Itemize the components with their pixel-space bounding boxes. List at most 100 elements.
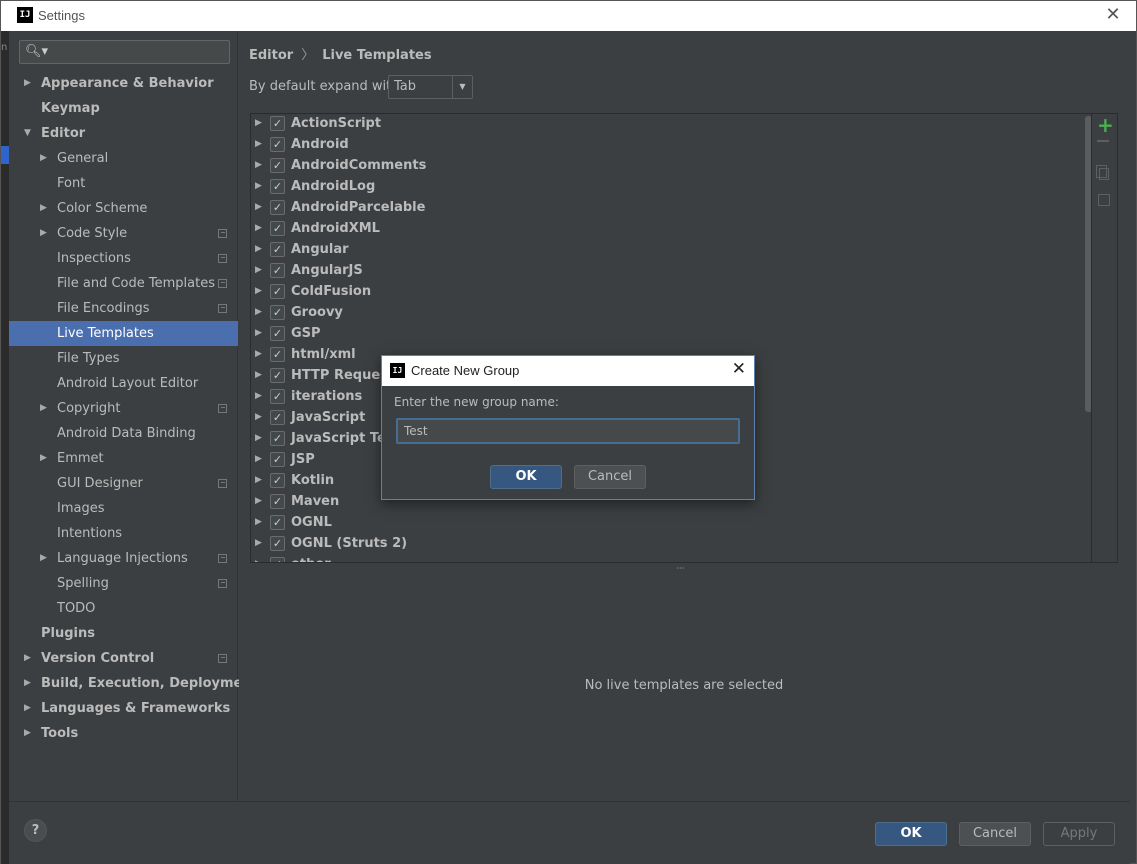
chevron-right-icon[interactable]: ▶: [40, 446, 47, 471]
template-group-checkbox[interactable]: ✓: [270, 326, 285, 341]
template-group-row[interactable]: ▶ ✓ other: [251, 554, 1081, 562]
sidebar-item-plugins[interactable]: Plugins: [9, 621, 238, 646]
chevron-right-icon[interactable]: ▶: [255, 114, 262, 134]
template-group-checkbox[interactable]: ✓: [270, 557, 285, 562]
chevron-down-icon[interactable]: ▼: [452, 76, 472, 98]
template-group-checkbox[interactable]: ✓: [270, 221, 285, 236]
template-group-checkbox[interactable]: ✓: [270, 158, 285, 173]
chevron-right-icon[interactable]: ▶: [255, 260, 262, 281]
chevron-right-icon[interactable]: ▶: [255, 428, 262, 449]
chevron-right-icon[interactable]: ▶: [255, 365, 262, 386]
template-group-row[interactable]: ▶ ✓ AndroidLog: [251, 176, 1081, 197]
apply-button[interactable]: Apply: [1043, 822, 1115, 846]
sidebar-item-languages-frameworks[interactable]: ▶ Languages & Frameworks: [9, 696, 238, 721]
template-group-checkbox[interactable]: ✓: [270, 473, 285, 488]
list-scrollbar[interactable]: [1085, 116, 1091, 412]
chevron-right-icon[interactable]: ▶: [24, 696, 31, 721]
sidebar-item-inspections[interactable]: Inspections: [9, 246, 238, 271]
template-group-row[interactable]: ▶ ✓ ColdFusion: [251, 281, 1081, 302]
chevron-right-icon[interactable]: ▶: [255, 491, 262, 512]
template-group-checkbox[interactable]: ✓: [270, 242, 285, 257]
chevron-right-icon[interactable]: ▶: [255, 512, 262, 533]
chevron-right-icon[interactable]: ▶: [255, 386, 262, 407]
window-close-icon[interactable]: ✕: [1104, 6, 1122, 24]
duplicate-icon[interactable]: [1096, 165, 1109, 180]
sidebar-item-code-style[interactable]: ▶ Code Style: [9, 221, 238, 246]
add-icon[interactable]: +: [1097, 115, 1114, 135]
sidebar-item-tools[interactable]: ▶ Tools: [9, 721, 238, 746]
sidebar-item-general[interactable]: ▶ General: [9, 146, 238, 171]
breadcrumb-parent[interactable]: Editor: [249, 48, 293, 63]
group-name-input[interactable]: Test: [396, 418, 740, 444]
sidebar-item-images[interactable]: Images: [9, 496, 238, 521]
template-group-row[interactable]: ▶ ✓ OGNL: [251, 512, 1081, 533]
sidebar-item-build-execution-deployment[interactable]: ▶ Build, Execution, Deployment: [9, 671, 258, 696]
chevron-right-icon[interactable]: ▶: [40, 146, 47, 171]
settings-search-input[interactable]: 🔍︎▾: [19, 40, 230, 64]
template-group-row[interactable]: ▶ ✓ AngularJS: [251, 260, 1081, 281]
sidebar-item-language-injections[interactable]: ▶ Language Injections: [9, 546, 238, 571]
chevron-right-icon[interactable]: ▶: [255, 407, 262, 428]
restore-defaults-icon[interactable]: [1098, 194, 1110, 206]
expand-with-select[interactable]: Tab ▼: [388, 75, 473, 99]
template-group-checkbox[interactable]: ✓: [270, 389, 285, 404]
template-group-checkbox[interactable]: ✓: [270, 347, 285, 362]
template-group-checkbox[interactable]: ✓: [270, 494, 285, 509]
sidebar-item-file-encodings[interactable]: File Encodings: [9, 296, 238, 321]
template-group-checkbox[interactable]: ✓: [270, 431, 285, 446]
dialog-cancel-button[interactable]: Cancel: [574, 465, 646, 489]
sidebar-item-live-templates[interactable]: Live Templates: [9, 321, 238, 346]
sidebar-item-copyright[interactable]: ▶ Copyright: [9, 396, 238, 421]
template-group-checkbox[interactable]: ✓: [270, 137, 285, 152]
chevron-right-icon[interactable]: ▶: [40, 221, 47, 246]
chevron-right-icon[interactable]: ▶: [40, 196, 47, 221]
sidebar-item-gui-designer[interactable]: GUI Designer: [9, 471, 238, 496]
chevron-down-icon[interactable]: ▼: [24, 121, 31, 146]
sidebar-item-emmet[interactable]: ▶ Emmet: [9, 446, 238, 471]
template-group-row[interactable]: ▶ ✓ AndroidParcelable: [251, 197, 1081, 218]
template-group-row[interactable]: ▶ ✓ OGNL (Struts 2): [251, 533, 1081, 554]
template-group-checkbox[interactable]: ✓: [270, 179, 285, 194]
sidebar-item-intentions[interactable]: Intentions: [9, 521, 238, 546]
chevron-right-icon[interactable]: ▶: [255, 323, 262, 344]
chevron-right-icon[interactable]: ▶: [255, 533, 262, 554]
remove-icon[interactable]: [1097, 140, 1109, 142]
template-group-checkbox[interactable]: ✓: [270, 305, 285, 320]
ok-button[interactable]: OK: [875, 822, 947, 846]
chevron-right-icon[interactable]: ▶: [255, 176, 262, 197]
template-group-row[interactable]: ▶ ✓ GSP: [251, 323, 1081, 344]
sidebar-item-spelling[interactable]: Spelling: [9, 571, 238, 596]
chevron-right-icon[interactable]: ▶: [255, 554, 262, 562]
chevron-right-icon[interactable]: ▶: [255, 344, 262, 365]
sidebar-item-editor[interactable]: ▼ Editor: [9, 121, 238, 146]
sidebar-item-version-control[interactable]: ▶ Version Control: [9, 646, 238, 671]
template-group-checkbox[interactable]: ✓: [270, 452, 285, 467]
splitter-handle[interactable]: ·····: [676, 564, 685, 573]
chevron-right-icon[interactable]: ▶: [255, 449, 262, 470]
template-group-checkbox[interactable]: ✓: [270, 368, 285, 383]
chevron-right-icon[interactable]: ▶: [255, 134, 262, 155]
dialog-ok-button[interactable]: OK: [490, 465, 562, 489]
template-group-checkbox[interactable]: ✓: [270, 536, 285, 551]
chevron-right-icon[interactable]: ▶: [24, 721, 31, 746]
chevron-right-icon[interactable]: ▶: [255, 155, 262, 176]
template-group-row[interactable]: ▶ ✓ Groovy: [251, 302, 1081, 323]
template-group-row[interactable]: ▶ ✓ AndroidXML: [251, 218, 1081, 239]
template-group-checkbox[interactable]: ✓: [270, 410, 285, 425]
template-group-row[interactable]: ▶ ✓ AndroidComments: [251, 155, 1081, 176]
sidebar-item-todo[interactable]: TODO: [9, 596, 238, 621]
chevron-right-icon[interactable]: ▶: [40, 546, 47, 571]
chevron-right-icon[interactable]: ▶: [255, 197, 262, 218]
template-group-row[interactable]: ▶ ✓ ActionScript: [251, 114, 1081, 134]
chevron-right-icon[interactable]: ▶: [24, 646, 31, 671]
template-group-checkbox[interactable]: ✓: [270, 116, 285, 131]
chevron-right-icon[interactable]: ▶: [40, 396, 47, 421]
template-group-checkbox[interactable]: ✓: [270, 284, 285, 299]
sidebar-item-color-scheme[interactable]: ▶ Color Scheme: [9, 196, 238, 221]
sidebar-item-android-data-binding[interactable]: Android Data Binding: [9, 421, 238, 446]
chevron-right-icon[interactable]: ▶: [255, 302, 262, 323]
cancel-button[interactable]: Cancel: [959, 822, 1031, 846]
template-group-row[interactable]: ▶ ✓ Angular: [251, 239, 1081, 260]
sidebar-item-file-and-code-templates[interactable]: File and Code Templates: [9, 271, 238, 296]
chevron-right-icon[interactable]: ▶: [24, 71, 31, 96]
